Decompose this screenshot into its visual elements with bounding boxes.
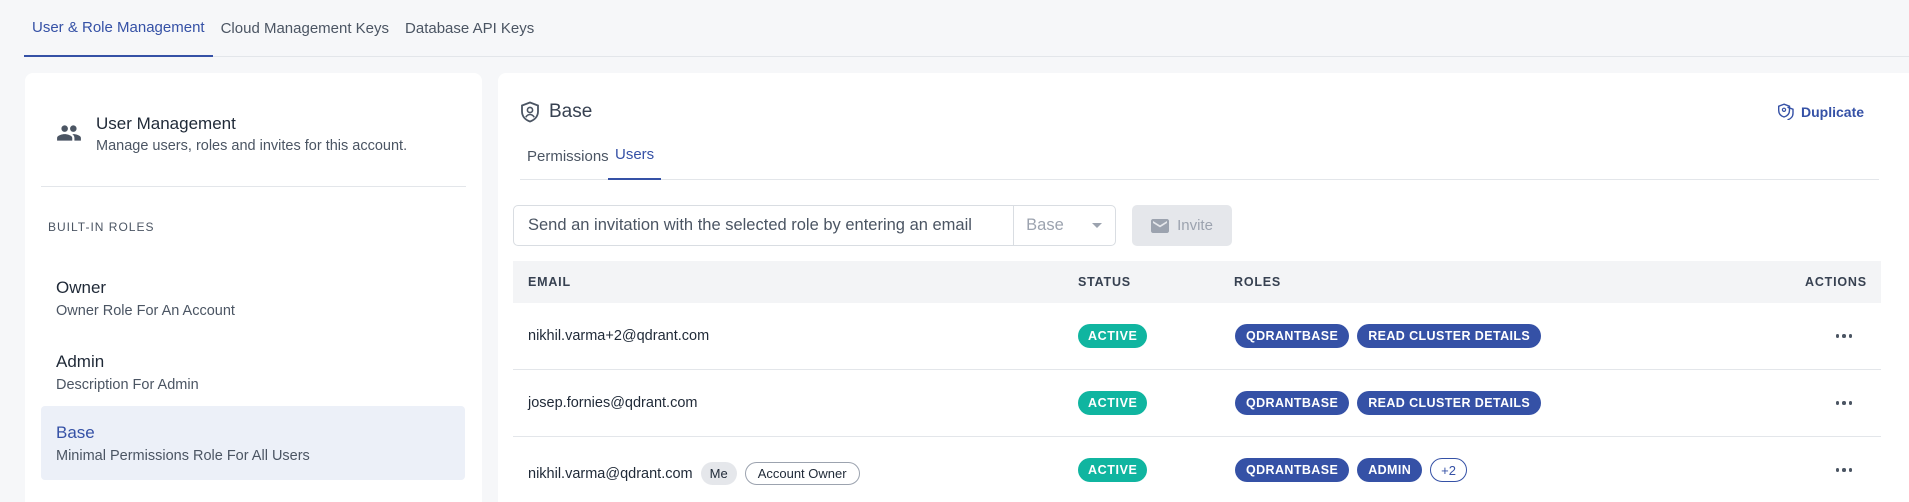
email-cell: nikhil.varma+2@qdrant.com [528,328,709,344]
user-email: nikhil.varma@qdrant.com [528,465,693,482]
tab-user-role-management[interactable]: User & Role Management [24,0,213,57]
tab-database-api-keys[interactable]: Database API Keys [397,0,542,57]
role-item-admin[interactable]: Admin Description For Admin [41,335,465,409]
user-email: nikhil.varma+2@qdrant.com [528,328,710,344]
top-tabs: User & Role Management Cloud Management … [24,0,1909,57]
me-badge: Me [700,462,737,485]
built-in-roles-heading: BUILT-IN ROLES [48,220,155,234]
role-item-owner[interactable]: Owner Owner Role For An Account [41,261,465,335]
roles-sidebar: User Management Manage users, roles and … [25,73,482,502]
email-cell: nikhil.varma@qdrant.com Me Account Owner [528,462,860,485]
caret-down-icon [1092,223,1102,228]
role-description: Owner Role For An Account [56,303,235,319]
invite-role-select[interactable]: Base [1013,206,1115,245]
tab-cloud-management-keys[interactable]: Cloud Management Keys [213,0,397,57]
table-row: nikhil.varma+2@qdrant.com ACTIVE QDRANTB… [513,303,1881,370]
role-chip: READ CLUSTER DETAILS [1357,391,1542,415]
duplicate-label: Duplicate [1801,103,1865,120]
column-header-status: STATUS [1078,275,1131,289]
status-badge: ACTIVE [1078,324,1148,348]
role-chip: QDRANTBASE [1235,458,1350,482]
status-badge: ACTIVE [1078,391,1148,415]
people-icon [57,125,81,141]
invite-role-value: Base [1026,216,1064,234]
email-cell: josep.fornies@qdrant.com [528,395,697,411]
role-chip: ADMIN [1357,458,1423,482]
table-row: josep.fornies@qdrant.com ACTIVE QDRANTBA… [513,370,1881,437]
shield-copy-icon [1778,103,1794,120]
roles-cell: QDRANTBASE READ CLUSTER DETAILS [1235,324,1542,348]
user-management-description: Manage users, roles and invites for this… [96,138,408,154]
invite-form: Base [513,205,1116,246]
tab-users[interactable]: Users [608,119,662,180]
role-name: Admin [56,352,105,371]
role-item-base[interactable]: Base Minimal Permissions Role For All Us… [41,406,465,480]
row-actions-menu-icon[interactable] [1832,393,1856,413]
mail-icon [1151,218,1170,233]
role-detail-panel: Base Duplicate Permissions Users Base In… [498,73,1909,502]
role-name: Base [56,423,95,442]
role-description: Description For Admin [56,377,199,393]
more-roles-chip[interactable]: +2 [1430,458,1467,482]
divider [41,186,466,187]
tab-permissions[interactable]: Permissions [520,119,616,180]
invite-email-input[interactable] [514,206,1014,245]
account-owner-badge: Account Owner [744,462,860,485]
roles-cell: QDRANTBASE READ CLUSTER DETAILS [1235,391,1542,415]
role-chip: QDRANTBASE [1235,324,1350,348]
role-chip: READ CLUSTER DETAILS [1357,324,1542,348]
invite-button[interactable]: Invite [1132,205,1232,246]
user-management-title: User Management [96,114,236,133]
table-header: EMAIL STATUS ROLES ACTIONS [513,261,1881,303]
role-chip: QDRANTBASE [1235,391,1350,415]
column-header-roles: ROLES [1234,275,1282,289]
roles-cell: QDRANTBASE ADMIN +2 [1235,458,1467,482]
user-email: josep.fornies@qdrant.com [528,395,698,411]
duplicate-button[interactable]: Duplicate [1778,103,1864,120]
role-description: Minimal Permissions Role For All Users [56,448,310,464]
role-tabs: Permissions Users [520,119,1879,180]
invite-button-label: Invite [1177,217,1213,234]
table-row: nikhil.varma@qdrant.com Me Account Owner… [513,437,1881,502]
users-table: EMAIL STATUS ROLES ACTIONS nikhil.varma+… [513,261,1881,502]
status-badge: ACTIVE [1078,458,1148,482]
column-header-email: EMAIL [528,275,571,289]
column-header-actions: ACTIONS [1805,275,1867,289]
row-actions-menu-icon[interactable] [1832,460,1856,480]
row-actions-menu-icon[interactable] [1832,326,1856,346]
role-name: Owner [56,278,107,297]
